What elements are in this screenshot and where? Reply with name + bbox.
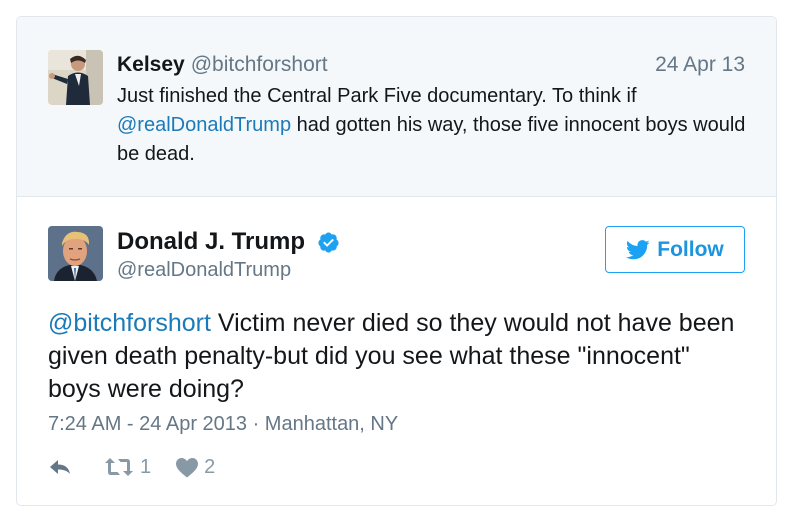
like-button[interactable]: 2 xyxy=(175,456,215,479)
parent-author-avatar[interactable] xyxy=(48,50,103,105)
twitter-bird-icon xyxy=(626,239,650,259)
reply-icon xyxy=(50,460,70,474)
author-avatar[interactable] xyxy=(48,226,103,281)
author-name[interactable]: Donald J. Trump xyxy=(117,227,305,257)
tweet-timestamp-location[interactable]: 7:24 AM - 24 Apr 2013 · Manhattan, NY xyxy=(48,413,398,436)
parent-text-start: Just finished the Central Park Five docu… xyxy=(117,85,637,107)
retweet-button[interactable]: 1 xyxy=(104,456,151,479)
verified-badge-icon xyxy=(318,232,339,253)
retweet-icon xyxy=(105,458,133,476)
tweet-text: @bitchforshort Victim never died so they… xyxy=(48,307,748,406)
tweet-actions: 1 2 xyxy=(48,455,215,479)
parent-tweet-date[interactable]: 24 Apr 13 xyxy=(655,53,745,77)
reply-button[interactable] xyxy=(48,457,74,477)
author-handle[interactable]: @realDonaldTrump xyxy=(117,259,291,282)
embedded-tweet-card: Kelsey @bitchforshort 24 Apr 13 Just fini… xyxy=(16,16,777,506)
heart-icon xyxy=(176,457,199,477)
reply-mention-link[interactable]: @bitchforshort xyxy=(48,309,211,337)
follow-button[interactable]: Follow xyxy=(605,226,745,273)
retweet-count: 1 xyxy=(140,455,152,478)
like-count: 2 xyxy=(204,455,216,478)
parent-author-line: Kelsey @bitchforshort xyxy=(117,51,328,79)
follow-button-label: Follow xyxy=(657,237,724,261)
parent-tweet[interactable]: Kelsey @bitchforshort 24 Apr 13 Just fini… xyxy=(17,17,776,197)
parent-author-name[interactable]: Kelsey xyxy=(117,53,185,76)
parent-author-handle[interactable]: @bitchforshort xyxy=(191,53,328,76)
mention-link[interactable]: @realDonaldTrump xyxy=(117,114,291,136)
parent-tweet-text: Just finished the Central Park Five docu… xyxy=(117,82,747,169)
